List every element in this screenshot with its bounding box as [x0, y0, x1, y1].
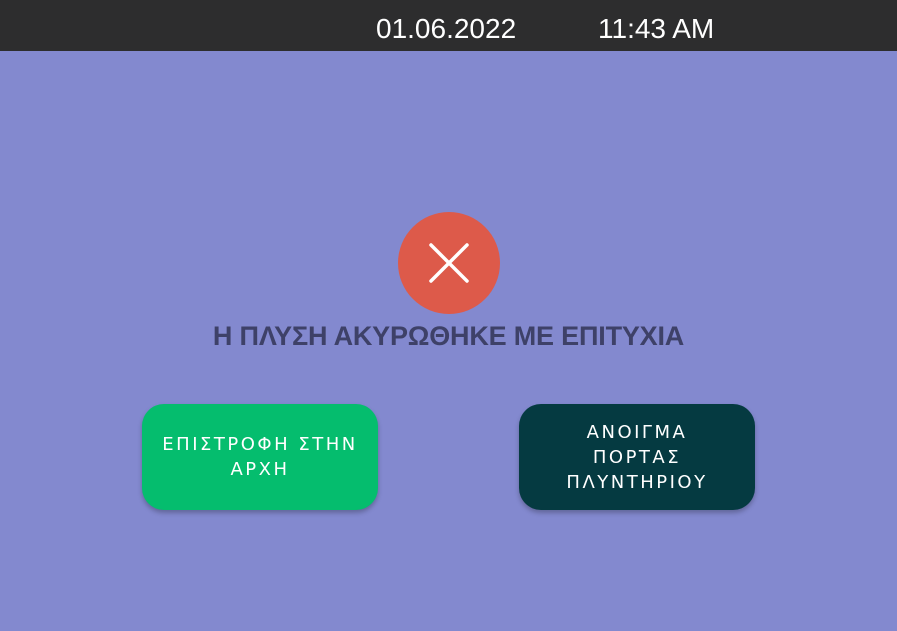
status-bar: 01.06.2022 11:43 AM: [0, 0, 897, 51]
open-washer-door-button-label: ΑΝΟΙΓΜΑ ΠΟΡΤΑΣ ΠΛΥΝΤΗΡΙΟΥ: [566, 421, 708, 493]
error-status-icon: [398, 212, 500, 314]
return-home-button[interactable]: ΕΠΙΣΤΡΟΦΗ ΣΤΗΝ ΑΡΧΗ: [142, 404, 378, 510]
open-washer-door-button[interactable]: ΑΝΟΙΓΜΑ ΠΟΡΤΑΣ ΠΛΥΝΤΗΡΙΟΥ: [519, 404, 755, 510]
cancel-success-message: Η ΠΛΥΣΗ ΑΚΥΡΩΘΗΚΕ ΜΕ ΕΠΙΤΥΧΙΑ: [212, 321, 685, 351]
status-time: 11:43 AM: [598, 13, 715, 44]
close-icon: [429, 243, 469, 283]
status-date: 01.06.2022: [376, 13, 517, 44]
return-home-button-label: ΕΠΙΣΤΡΟΦΗ ΣΤΗΝ ΑΡΧΗ: [162, 434, 358, 480]
